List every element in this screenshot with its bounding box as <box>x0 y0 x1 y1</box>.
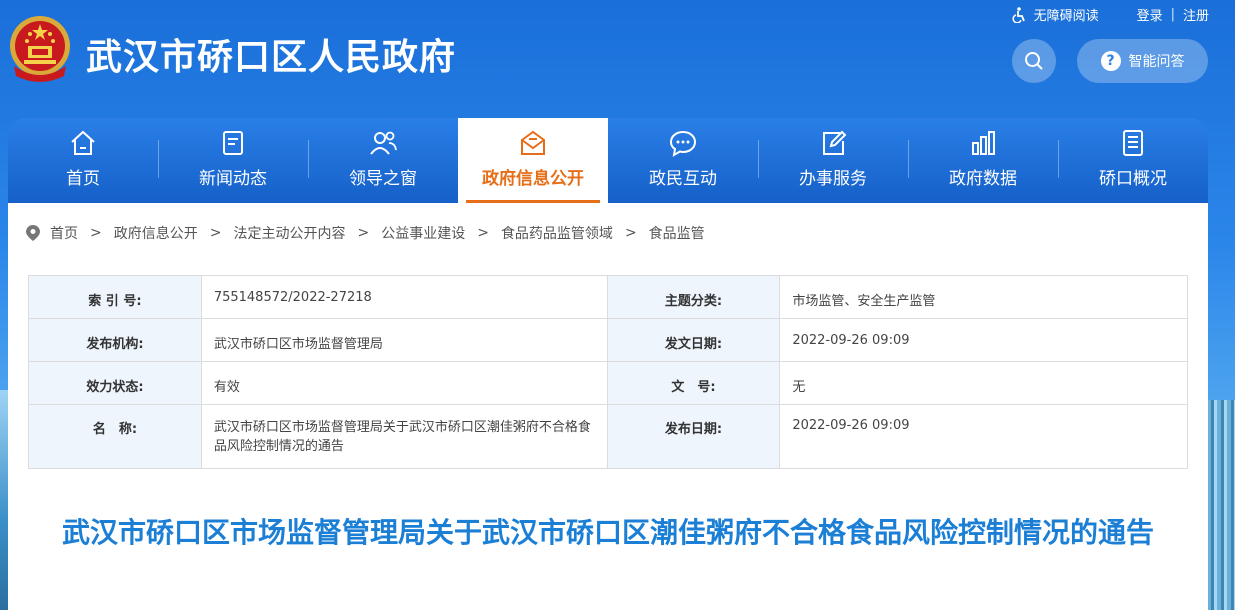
meta-key: 发文日期: <box>606 318 781 362</box>
nav-item-leaders[interactable]: 领导之窗 <box>308 118 458 203</box>
breadcrumb-item[interactable]: 政府信息公开 <box>114 223 198 243</box>
meta-value: 2022-09-26 09:09 <box>779 404 1188 469</box>
nav-item-gov-info[interactable]: 政府信息公开 <box>458 118 608 203</box>
nav-item-overview[interactable]: 硚口概况 <box>1058 118 1208 203</box>
nav-label: 政府信息公开 <box>482 169 584 189</box>
breadcrumb-item-home[interactable]: 首页 <box>50 223 78 243</box>
smart-qa-button[interactable]: ? 智能问答 <box>1077 39 1208 83</box>
main-nav: 首页 新闻动态 领导之窗 政府信息公开 政民互动 办事服务 政府数据 硚口概况 <box>8 118 1208 203</box>
meta-value: 无 <box>779 361 1188 405</box>
meta-value: 2022-09-26 09:09 <box>779 318 1188 362</box>
site-header: 武汉市硚口区人民政府 无障碍阅读 登录 | 注册 ? 智能问答 <box>0 0 1235 110</box>
accessibility-link[interactable]: 无障碍阅读 <box>1012 5 1099 24</box>
search-icon <box>1025 52 1043 70</box>
breadcrumb-item-current[interactable]: 食品监管 <box>649 223 705 243</box>
nav-label: 领导之窗 <box>349 169 417 189</box>
breadcrumb-item[interactable]: 食品药品监管领域 <box>501 223 613 243</box>
meta-key: 文 号: <box>606 361 781 405</box>
news-icon <box>223 131 243 155</box>
search-button[interactable] <box>1012 39 1056 83</box>
smart-qa-label: 智能问答 <box>1128 54 1185 70</box>
nav-item-news[interactable]: 新闻动态 <box>158 118 308 203</box>
meta-key: 名 称: <box>28 404 202 469</box>
meta-value: 有效 <box>200 361 608 405</box>
nav-label: 办事服务 <box>799 169 867 189</box>
nav-label: 首页 <box>66 169 100 189</box>
document-icon <box>1123 130 1143 156</box>
article-title: 武汉市硚口区市场监督管理局关于武汉市硚口区潮佳粥府不合格食品风险控制情况的通告 <box>61 516 1154 549</box>
nav-label: 新闻动态 <box>199 169 267 189</box>
accessibility-icon <box>1012 6 1025 23</box>
meta-value: 武汉市硚口区市场监督管理局关于武汉市硚口区潮佳粥府不合格食品风险控制情况的通告 <box>200 404 608 469</box>
nav-item-services[interactable]: 办事服务 <box>758 118 908 203</box>
breadcrumb-item[interactable]: 法定主动公开内容 <box>233 223 345 243</box>
accessibility-label: 无障碍阅读 <box>1033 9 1099 24</box>
nav-item-home[interactable]: 首页 <box>8 118 158 203</box>
breadcrumb-separator: > <box>624 225 637 241</box>
home-icon <box>71 130 95 155</box>
table-row: 索 引 号: 755148572/2022-27218 主题分类: 市场监管、安… <box>28 275 1188 319</box>
chat-icon <box>669 130 697 157</box>
meta-value: 市场监管、安全生产监管 <box>779 275 1188 319</box>
nav-item-interaction[interactable]: 政民互动 <box>608 118 758 203</box>
table-row: 发布机构: 武汉市硚口区市场监督管理局 发文日期: 2022-09-26 09:… <box>28 318 1188 362</box>
breadcrumb-item[interactable]: 公益事业建设 <box>381 223 465 243</box>
national-emblem-icon <box>10 16 70 82</box>
meta-key: 主题分类: <box>606 275 781 319</box>
meta-key: 索 引 号: <box>28 275 202 319</box>
meta-key: 发布日期: <box>606 404 781 469</box>
question-icon: ? <box>1100 51 1121 71</box>
location-pin-icon <box>26 225 40 241</box>
breadcrumb-separator: > <box>209 225 222 241</box>
nav-item-data[interactable]: 政府数据 <box>908 118 1058 203</box>
leaders-icon <box>370 131 397 155</box>
nav-label: 硚口概况 <box>1099 169 1167 189</box>
mail-icon <box>521 130 545 155</box>
register-link[interactable]: 注册 <box>1183 5 1209 24</box>
breadcrumb: 首页 > 政府信息公开 > 法定主动公开内容 > 公益事业建设 > 食品药品监管… <box>26 223 705 243</box>
nav-label: 政民互动 <box>649 169 717 189</box>
edit-icon <box>823 130 847 155</box>
document-metadata-table: 索 引 号: 755148572/2022-27218 主题分类: 市场监管、安… <box>28 275 1188 469</box>
site-title[interactable]: 武汉市硚口区人民政府 <box>86 28 456 80</box>
main-content: 首页 > 政府信息公开 > 法定主动公开内容 > 公益事业建设 > 食品药品监管… <box>8 203 1208 610</box>
bar-chart-icon <box>972 131 995 155</box>
meta-key: 发布机构: <box>28 318 202 362</box>
meta-key: 效力状态: <box>28 361 202 405</box>
meta-value: 武汉市硚口区市场监督管理局 <box>200 318 608 362</box>
top-links: 无障碍阅读 登录 | 注册 <box>1012 5 1209 24</box>
breadcrumb-separator: > <box>357 225 370 241</box>
nav-label: 政府数据 <box>949 169 1017 189</box>
breadcrumb-separator: > <box>477 225 489 241</box>
login-link[interactable]: 登录 <box>1137 5 1163 24</box>
background-skyline-right <box>1207 400 1235 610</box>
table-row: 名 称: 武汉市硚口区市场监督管理局关于武汉市硚口区潮佳粥府不合格食品风险控制情… <box>28 404 1188 469</box>
breadcrumb-separator: > <box>90 225 102 241</box>
meta-value: 755148572/2022-27218 <box>200 275 608 319</box>
table-row: 效力状态: 有效 文 号: 无 <box>28 361 1188 405</box>
link-separator: | <box>1170 7 1175 22</box>
